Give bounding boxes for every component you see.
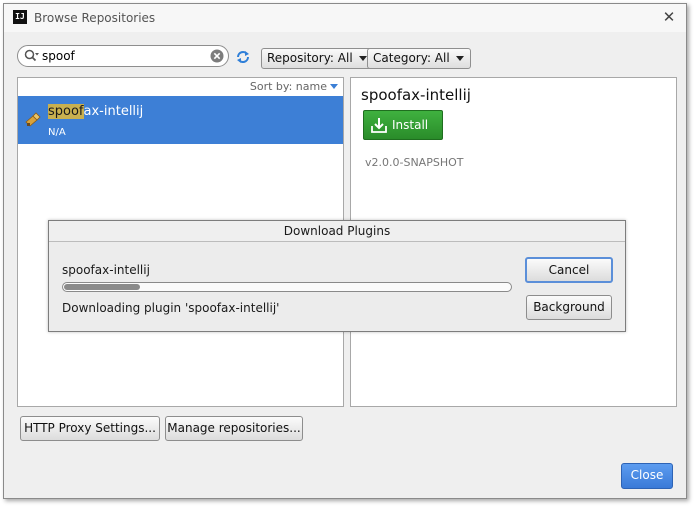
category-filter-label: Category: All [373, 51, 450, 65]
plugin-name: spoofax-intellij [48, 104, 143, 119]
clear-search-icon[interactable] [210, 49, 224, 63]
plugin-detail-title: spoofax-intellij [361, 86, 471, 104]
search-box[interactable] [17, 45, 229, 67]
plugin-icon [25, 112, 41, 127]
sort-label: Sort by: name [249, 80, 327, 93]
category-filter-dropdown[interactable]: Category: All [367, 48, 471, 69]
plugin-version: v2.0.0-SNAPSHOT [365, 156, 464, 169]
sort-selector[interactable]: Sort by: name [18, 78, 343, 96]
download-icon [371, 118, 387, 133]
background-button[interactable]: Background [526, 295, 612, 320]
sort-chevron-down-icon [330, 84, 338, 89]
search-icon[interactable] [24, 49, 40, 63]
download-status: Downloading plugin 'spoofax-intellij' [62, 301, 280, 315]
progress-fill [64, 284, 140, 290]
browse-repositories-window: IJ Browse Repositories ✕ Repository: All… [3, 3, 687, 499]
plugin-subtitle: N/A [48, 127, 66, 138]
repository-filter-label: Repository: All [267, 51, 353, 65]
repository-filter-dropdown[interactable]: Repository: All [261, 48, 374, 69]
download-plugins-dialog: Download Plugins spoofax-intellij Downlo… [48, 220, 626, 332]
close-button[interactable]: Close [621, 463, 673, 489]
chevron-down-icon [358, 56, 367, 61]
window-title: Browse Repositories [34, 11, 156, 25]
intellij-app-icon: IJ [13, 10, 27, 24]
refresh-icon[interactable] [235, 49, 251, 65]
download-plugin-name: spoofax-intellij [62, 263, 150, 277]
cancel-button[interactable]: Cancel [525, 257, 613, 283]
search-input[interactable] [42, 47, 202, 65]
window-close-icon[interactable]: ✕ [660, 8, 678, 26]
install-button[interactable]: Install [363, 110, 443, 140]
chevron-down-icon [455, 56, 464, 61]
list-item[interactable]: spoofax-intellij N/A [18, 96, 343, 144]
download-progress-bar [62, 282, 512, 292]
title-bar: IJ Browse Repositories ✕ [4, 4, 686, 32]
plugin-name-rest: ax-intellij [83, 104, 144, 119]
manage-repositories-button[interactable]: Manage repositories... [165, 416, 303, 441]
install-button-label: Install [392, 118, 429, 132]
search-match-highlight: spoof [48, 104, 84, 119]
http-proxy-settings-button[interactable]: HTTP Proxy Settings... [20, 416, 160, 441]
dialog-title: Download Plugins [49, 221, 625, 242]
